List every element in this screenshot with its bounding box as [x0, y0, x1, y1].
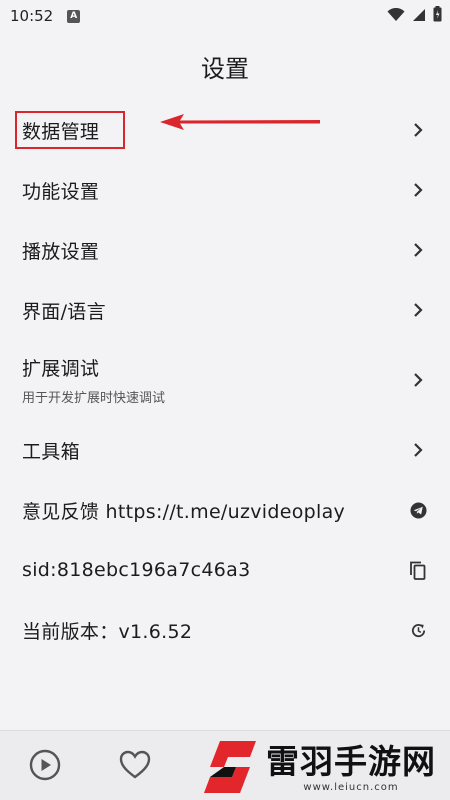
settings-item-sid[interactable]: sid:818ebc196a7c46a3 [0, 540, 450, 600]
settings-item-version[interactable]: 当前版本：v1.6.52 [0, 600, 450, 660]
settings-item-label: 数据管理 [22, 120, 100, 143]
telegram-icon[interactable] [408, 500, 428, 520]
settings-item-label: 播放设置 [22, 240, 100, 263]
notification-app-icon: A [67, 9, 81, 23]
watermark-title: 雷羽手游网 [266, 741, 436, 781]
play-icon[interactable] [27, 747, 63, 783]
settings-item-extension-debug[interactable]: 扩展调试 用于开发扩展时快速调试 [0, 340, 450, 420]
chevron-right-icon [408, 240, 428, 260]
chevron-right-icon [408, 370, 428, 390]
settings-item-function[interactable]: 功能设置 [0, 160, 450, 220]
settings-item-data-management[interactable]: 数据管理 [0, 100, 450, 160]
settings-item-playback[interactable]: 播放设置 [0, 220, 450, 280]
status-time: 10:52 [10, 7, 54, 25]
chevron-right-icon [408, 300, 428, 320]
settings-item-label: 功能设置 [22, 180, 100, 203]
signal-icon [412, 7, 426, 26]
settings-item-label: 当前版本：v1.6.52 [22, 620, 193, 643]
settings-item-label: 工具箱 [22, 440, 80, 463]
page-title: 设置 [201, 55, 249, 83]
annotation-arrow-icon [160, 114, 320, 130]
watermark: 雷羽手游网 www.leiucn.com [200, 734, 450, 800]
battery-icon [433, 6, 442, 26]
settings-item-label: sid:818ebc196a7c46a3 [22, 559, 251, 581]
update-icon[interactable] [408, 620, 428, 640]
copy-icon[interactable] [408, 560, 428, 580]
settings-item-label: 意见反馈 https://t.me/uzvideoplay [22, 500, 346, 523]
watermark-url: www.leiucn.com [303, 781, 399, 793]
settings-list: 数据管理 功能设置 播放设置 界面/语言 扩展调试 用于开发扩展时快速调试 工具… [0, 100, 450, 660]
wifi-icon [387, 7, 405, 26]
chevron-right-icon [408, 440, 428, 460]
settings-item-label: 界面/语言 [22, 300, 106, 323]
settings-item-toolbox[interactable]: 工具箱 [0, 420, 450, 480]
watermark-logo-icon [204, 741, 256, 793]
chevron-right-icon [408, 180, 428, 200]
heart-icon[interactable] [117, 747, 153, 783]
chevron-right-icon [408, 120, 428, 140]
settings-item-feedback[interactable]: 意见反馈 https://t.me/uzvideoplay [0, 480, 450, 540]
status-bar: 10:52 A [0, 0, 450, 32]
settings-item-sublabel: 用于开发扩展时快速调试 [22, 391, 166, 406]
settings-item-interface-language[interactable]: 界面/语言 [0, 280, 450, 340]
settings-item-label: 扩展调试 [22, 358, 100, 380]
